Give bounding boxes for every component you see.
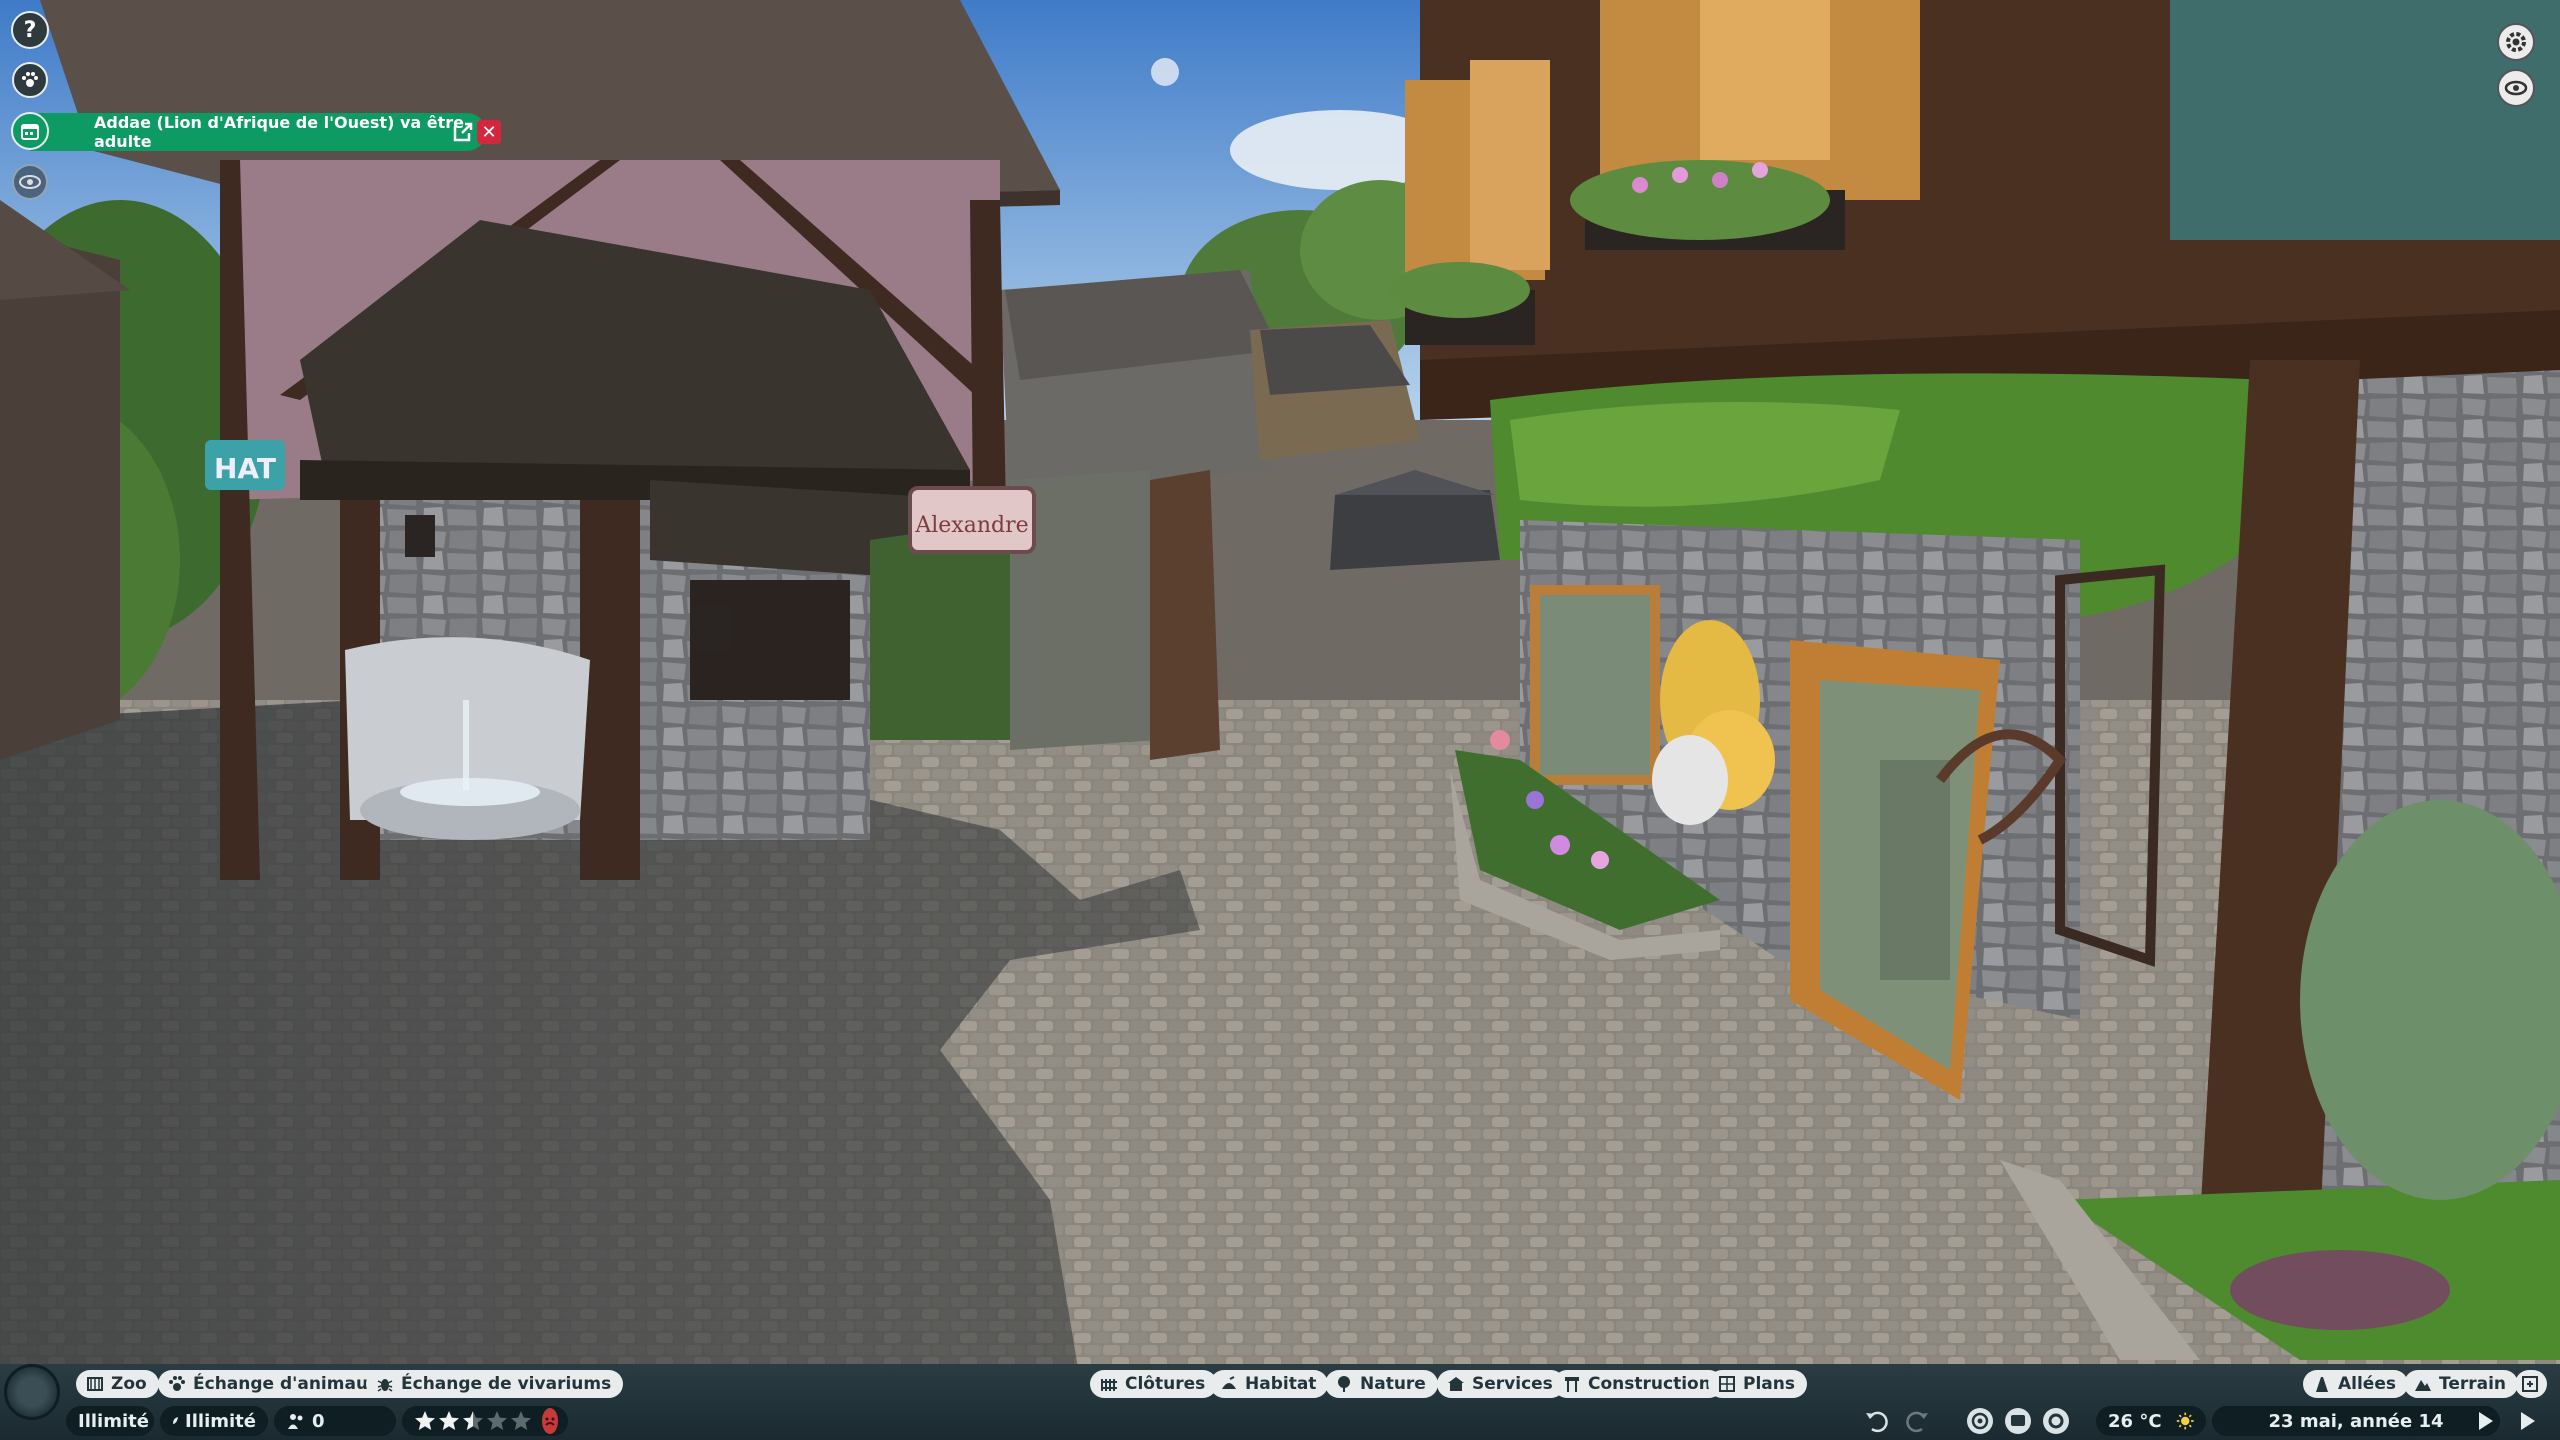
play-speed-icon[interactable] — [2474, 1410, 2496, 1432]
camera-mode-button[interactable] — [2497, 69, 2535, 107]
temperature-value: 26 °C — [2108, 1410, 2162, 1432]
leaf-icon — [173, 1416, 179, 1425]
services-button[interactable]: Services — [1437, 1370, 1565, 1398]
help-button[interactable]: ? — [11, 11, 49, 49]
expand-icon — [2522, 1376, 2538, 1392]
tree-icon — [1338, 1376, 1350, 1392]
construction-label: Construction — [1588, 1374, 1711, 1394]
building-icon — [1448, 1377, 1464, 1391]
weather-display[interactable]: 26 °C — [2096, 1406, 2206, 1436]
open-external-icon[interactable] — [452, 121, 474, 143]
mood-sad-icon — [542, 1408, 558, 1434]
vivarium-exchange-button[interactable]: Échange de vivariums — [366, 1370, 624, 1398]
game-viewport[interactable]: Alexandre HAT — [0, 0, 2560, 1440]
guests-display[interactable]: 0 — [274, 1406, 396, 1436]
star-icon — [415, 1411, 435, 1430]
zoo-button[interactable]: Zoo — [76, 1370, 159, 1398]
management-hub-button[interactable] — [4, 1364, 60, 1420]
star-icon — [463, 1411, 483, 1430]
question-icon: ? — [23, 17, 37, 43]
redo-icon[interactable] — [1900, 1405, 1932, 1437]
calendar-icon — [21, 124, 39, 140]
construction-icon — [1565, 1377, 1579, 1392]
zoo-street-scene: Alexandre HAT — [0, 0, 2560, 1400]
construction-button[interactable]: Construction — [1553, 1370, 1723, 1398]
settings-button[interactable] — [2497, 23, 2535, 61]
visibility-button[interactable] — [12, 164, 48, 200]
paw-icon — [169, 1376, 185, 1391]
close-icon: ✕ — [481, 121, 497, 143]
fences-label: Clôtures — [1125, 1374, 1206, 1394]
money-display[interactable]: Illimité — [66, 1406, 154, 1436]
gear-icon — [2506, 32, 2526, 52]
photo-mode-icon[interactable] — [2040, 1405, 2072, 1437]
sun-icon — [2176, 1412, 2194, 1430]
fast-forward-icon[interactable] — [2516, 1410, 2538, 1432]
info-panel-icon[interactable] — [2002, 1405, 2034, 1437]
terrain-button[interactable]: Terrain — [2404, 1370, 2519, 1398]
animal-exchange-label: Échange d'animaux — [193, 1374, 380, 1394]
paths-button[interactable]: Allées — [2303, 1370, 2408, 1398]
date-value: 23 mai, année 14 — [2268, 1410, 2444, 1432]
rating-stars — [414, 1410, 532, 1432]
nature-button[interactable]: Nature — [1325, 1370, 1438, 1398]
path-icon — [2316, 1377, 2328, 1392]
svg-text:Alexandre: Alexandre — [914, 513, 1028, 538]
plans-label: Plans — [1743, 1374, 1795, 1394]
star-icon — [487, 1411, 507, 1430]
svg-text:HAT: HAT — [214, 452, 276, 485]
mountain-icon — [2415, 1380, 2431, 1391]
fence-icon — [1101, 1379, 1117, 1391]
fences-button[interactable]: Clôtures — [1090, 1370, 1218, 1398]
vivarium-exchange-label: Échange de vivariums — [401, 1374, 612, 1394]
undo-icon[interactable] — [1862, 1405, 1894, 1437]
research-display[interactable]: Illimité — [160, 1406, 268, 1436]
notification-banner[interactable]: Addae (Lion d'Afrique de l'Ouest) va êtr… — [30, 113, 486, 151]
zoo-label: Zoo — [111, 1374, 147, 1394]
blueprint-icon — [1719, 1376, 1735, 1392]
nature-label: Nature — [1360, 1374, 1426, 1394]
paths-label: Allées — [2338, 1374, 2396, 1394]
habitat-label: Habitat — [1245, 1374, 1317, 1394]
notification-close-button[interactable]: ✕ — [477, 120, 501, 144]
research-value: Illimité — [185, 1410, 256, 1432]
terrain-label: Terrain — [2439, 1374, 2507, 1394]
services-label: Services — [1472, 1374, 1553, 1394]
habitat-icon — [1222, 1376, 1236, 1389]
money-value: Illimité — [78, 1410, 149, 1432]
guests-icon — [288, 1414, 303, 1429]
plans-button[interactable]: Plans — [1708, 1370, 1807, 1398]
star-icon — [439, 1411, 459, 1430]
habitat-button[interactable]: Habitat — [1210, 1370, 1329, 1398]
heatmap-icon[interactable] — [1964, 1405, 1996, 1437]
camera-icon — [2504, 80, 2528, 96]
guests-value: 0 — [312, 1410, 325, 1432]
animal-exchange-button[interactable]: Échange d'animaux — [158, 1370, 392, 1398]
star-icon — [511, 1411, 531, 1430]
date-display[interactable]: 23 mai, année 14 — [2212, 1406, 2500, 1436]
toolbar-expand-button[interactable] — [2515, 1370, 2547, 1398]
zoo-icon — [87, 1377, 103, 1391]
notification-text: Addae (Lion d'Afrique de l'Ouest) va êtr… — [94, 113, 464, 151]
notifications-button[interactable] — [11, 112, 49, 150]
eye-icon — [19, 175, 41, 189]
zoo-overview-button[interactable] — [12, 62, 48, 98]
bug-icon — [377, 1379, 393, 1392]
zoo-rating[interactable] — [402, 1406, 568, 1436]
paw-icon — [22, 72, 38, 87]
